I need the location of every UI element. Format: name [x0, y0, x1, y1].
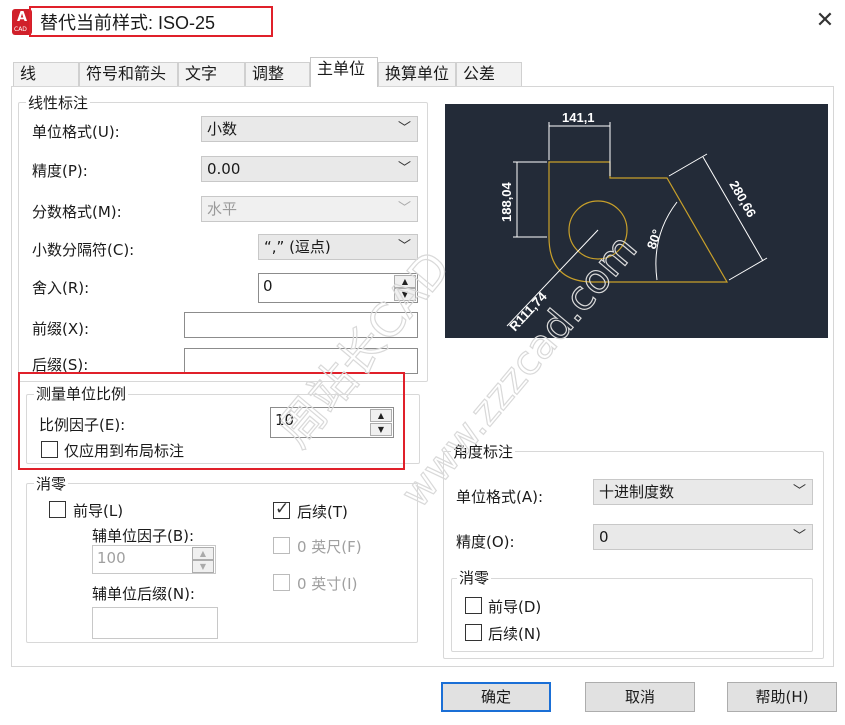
linear-dimensions-title: 线性标注 [26, 92, 91, 113]
tab-symbols-arrows[interactable]: 符号和箭头 [79, 62, 178, 86]
leading-checkbox[interactable] [49, 501, 66, 518]
preview-geometry [548, 161, 729, 283]
inches-label: 0 英寸(I) [297, 575, 358, 593]
precision-select[interactable]: 0.00 ﹀ [201, 156, 418, 182]
tab-lines[interactable]: 线 [13, 62, 79, 86]
round-off-value: 0 [263, 277, 273, 295]
angular-unit-format-select[interactable]: 十进制度数 ﹀ [593, 479, 813, 505]
close-icon[interactable]: ✕ [808, 6, 842, 36]
spin-up-icon[interactable]: ▲ [370, 409, 392, 422]
sub-unit-suffix-input [92, 607, 218, 639]
inches-checkbox [273, 574, 290, 591]
chevron-down-icon: ﹀ [397, 121, 411, 136]
window-title: 替代当前样式: ISO-25 [40, 13, 216, 33]
dim-radius-text: R111,74 [506, 288, 550, 334]
ext-line [728, 257, 768, 281]
chevron-down-icon: ﹀ [397, 201, 411, 216]
prefix-label: 前缀(X): [32, 320, 90, 338]
dimension-preview: 141,1 188,04 280,66 80° R111,74 [445, 104, 828, 338]
fraction-format-label: 分数格式(M): [32, 203, 122, 221]
angular-dimensions-title: 角度标注 [451, 441, 516, 462]
round-off-spinner[interactable]: 0 ▲ ▼ [258, 273, 418, 303]
trailing-label: 后续(T) [297, 503, 348, 521]
spin-down-icon[interactable]: ▼ [370, 423, 392, 436]
dim-left-text: 188,04 [499, 181, 514, 222]
decimal-separator-select[interactable]: “,” (逗点) ﹀ [258, 234, 418, 260]
layout-only-checkbox[interactable] [41, 441, 58, 458]
decimal-separator-label: 小数分隔符(C): [32, 241, 135, 259]
suffix-input[interactable] [184, 348, 418, 374]
zero-suppression-title: 消零 [34, 473, 69, 494]
feet-label: 0 英尺(F) [297, 538, 362, 556]
chevron-down-icon: ﹀ [397, 239, 411, 254]
ext-line [668, 153, 708, 177]
sub-unit-suffix-label: 辅单位后缀(N): [92, 585, 195, 603]
angular-trailing-label: 后续(N) [488, 625, 541, 643]
tab-text[interactable]: 文字 [178, 62, 245, 86]
chevron-down-icon: ﹀ [792, 529, 806, 544]
tab-fit[interactable]: 调整 [245, 62, 310, 86]
unit-format-label: 单位格式(U): [32, 123, 120, 141]
unit-format-select[interactable]: 小数 ﹀ [201, 116, 418, 142]
preview-drawing: 141,1 188,04 280,66 80° R111,74 [499, 110, 768, 334]
dim-top-text: 141,1 [562, 110, 595, 125]
trailing-checkbox[interactable]: ✓ [273, 499, 290, 519]
cancel-button[interactable]: 取消 [585, 682, 695, 712]
tab-tolerances[interactable]: 公差 [456, 62, 522, 86]
help-button[interactable]: 帮助(H) [727, 682, 837, 712]
angular-precision-select[interactable]: 0 ﹀ [593, 524, 813, 550]
sub-unit-factor-spinner: 100 ▲ ▼ [92, 545, 216, 574]
tab-primary-units[interactable]: 主单位 [310, 57, 378, 87]
scale-factor-label: 比例因子(E): [39, 416, 126, 434]
precision-label: 精度(P): [32, 162, 88, 180]
spin-up-icon[interactable]: ▲ [394, 275, 416, 288]
scale-factor-spinner[interactable]: 10 ▲ ▼ [270, 407, 394, 438]
angular-leading-label: 前导(D) [488, 598, 542, 616]
angular-trailing-checkbox[interactable] [465, 624, 482, 641]
sub-unit-factor-value: 100 [97, 549, 126, 567]
chevron-down-icon: ﹀ [792, 484, 806, 499]
leading-label: 前导(L) [73, 502, 124, 520]
angular-unit-format-label: 单位格式(A): [456, 488, 544, 506]
layout-only-label: 仅应用到布局标注 [64, 442, 185, 460]
round-off-label: 舍入(R): [32, 279, 90, 297]
feet-checkbox [273, 537, 290, 554]
angular-leading-checkbox[interactable] [465, 597, 482, 614]
angular-zero-suppression-title: 消零 [457, 567, 492, 588]
checkmark-icon: ✓ [275, 499, 290, 519]
spin-up-icon: ▲ [192, 547, 214, 560]
angular-precision-label: 精度(O): [456, 533, 515, 551]
prefix-input[interactable] [184, 312, 418, 338]
tab-alternate-units[interactable]: 换算单位 [378, 62, 456, 86]
dim-right-text: 280,66 [726, 178, 759, 220]
fraction-format-select: 水平 ﹀ [201, 196, 418, 222]
spin-down-icon[interactable]: ▼ [394, 288, 416, 301]
measurement-scale-title: 测量单位比例 [34, 383, 129, 404]
scale-factor-value: 10 [275, 411, 295, 429]
chevron-down-icon: ﹀ [397, 161, 411, 176]
sub-unit-factor-label: 辅单位因子(B): [92, 527, 195, 545]
spin-down-icon: ▼ [192, 560, 214, 573]
ok-button[interactable]: 确定 [441, 682, 551, 712]
